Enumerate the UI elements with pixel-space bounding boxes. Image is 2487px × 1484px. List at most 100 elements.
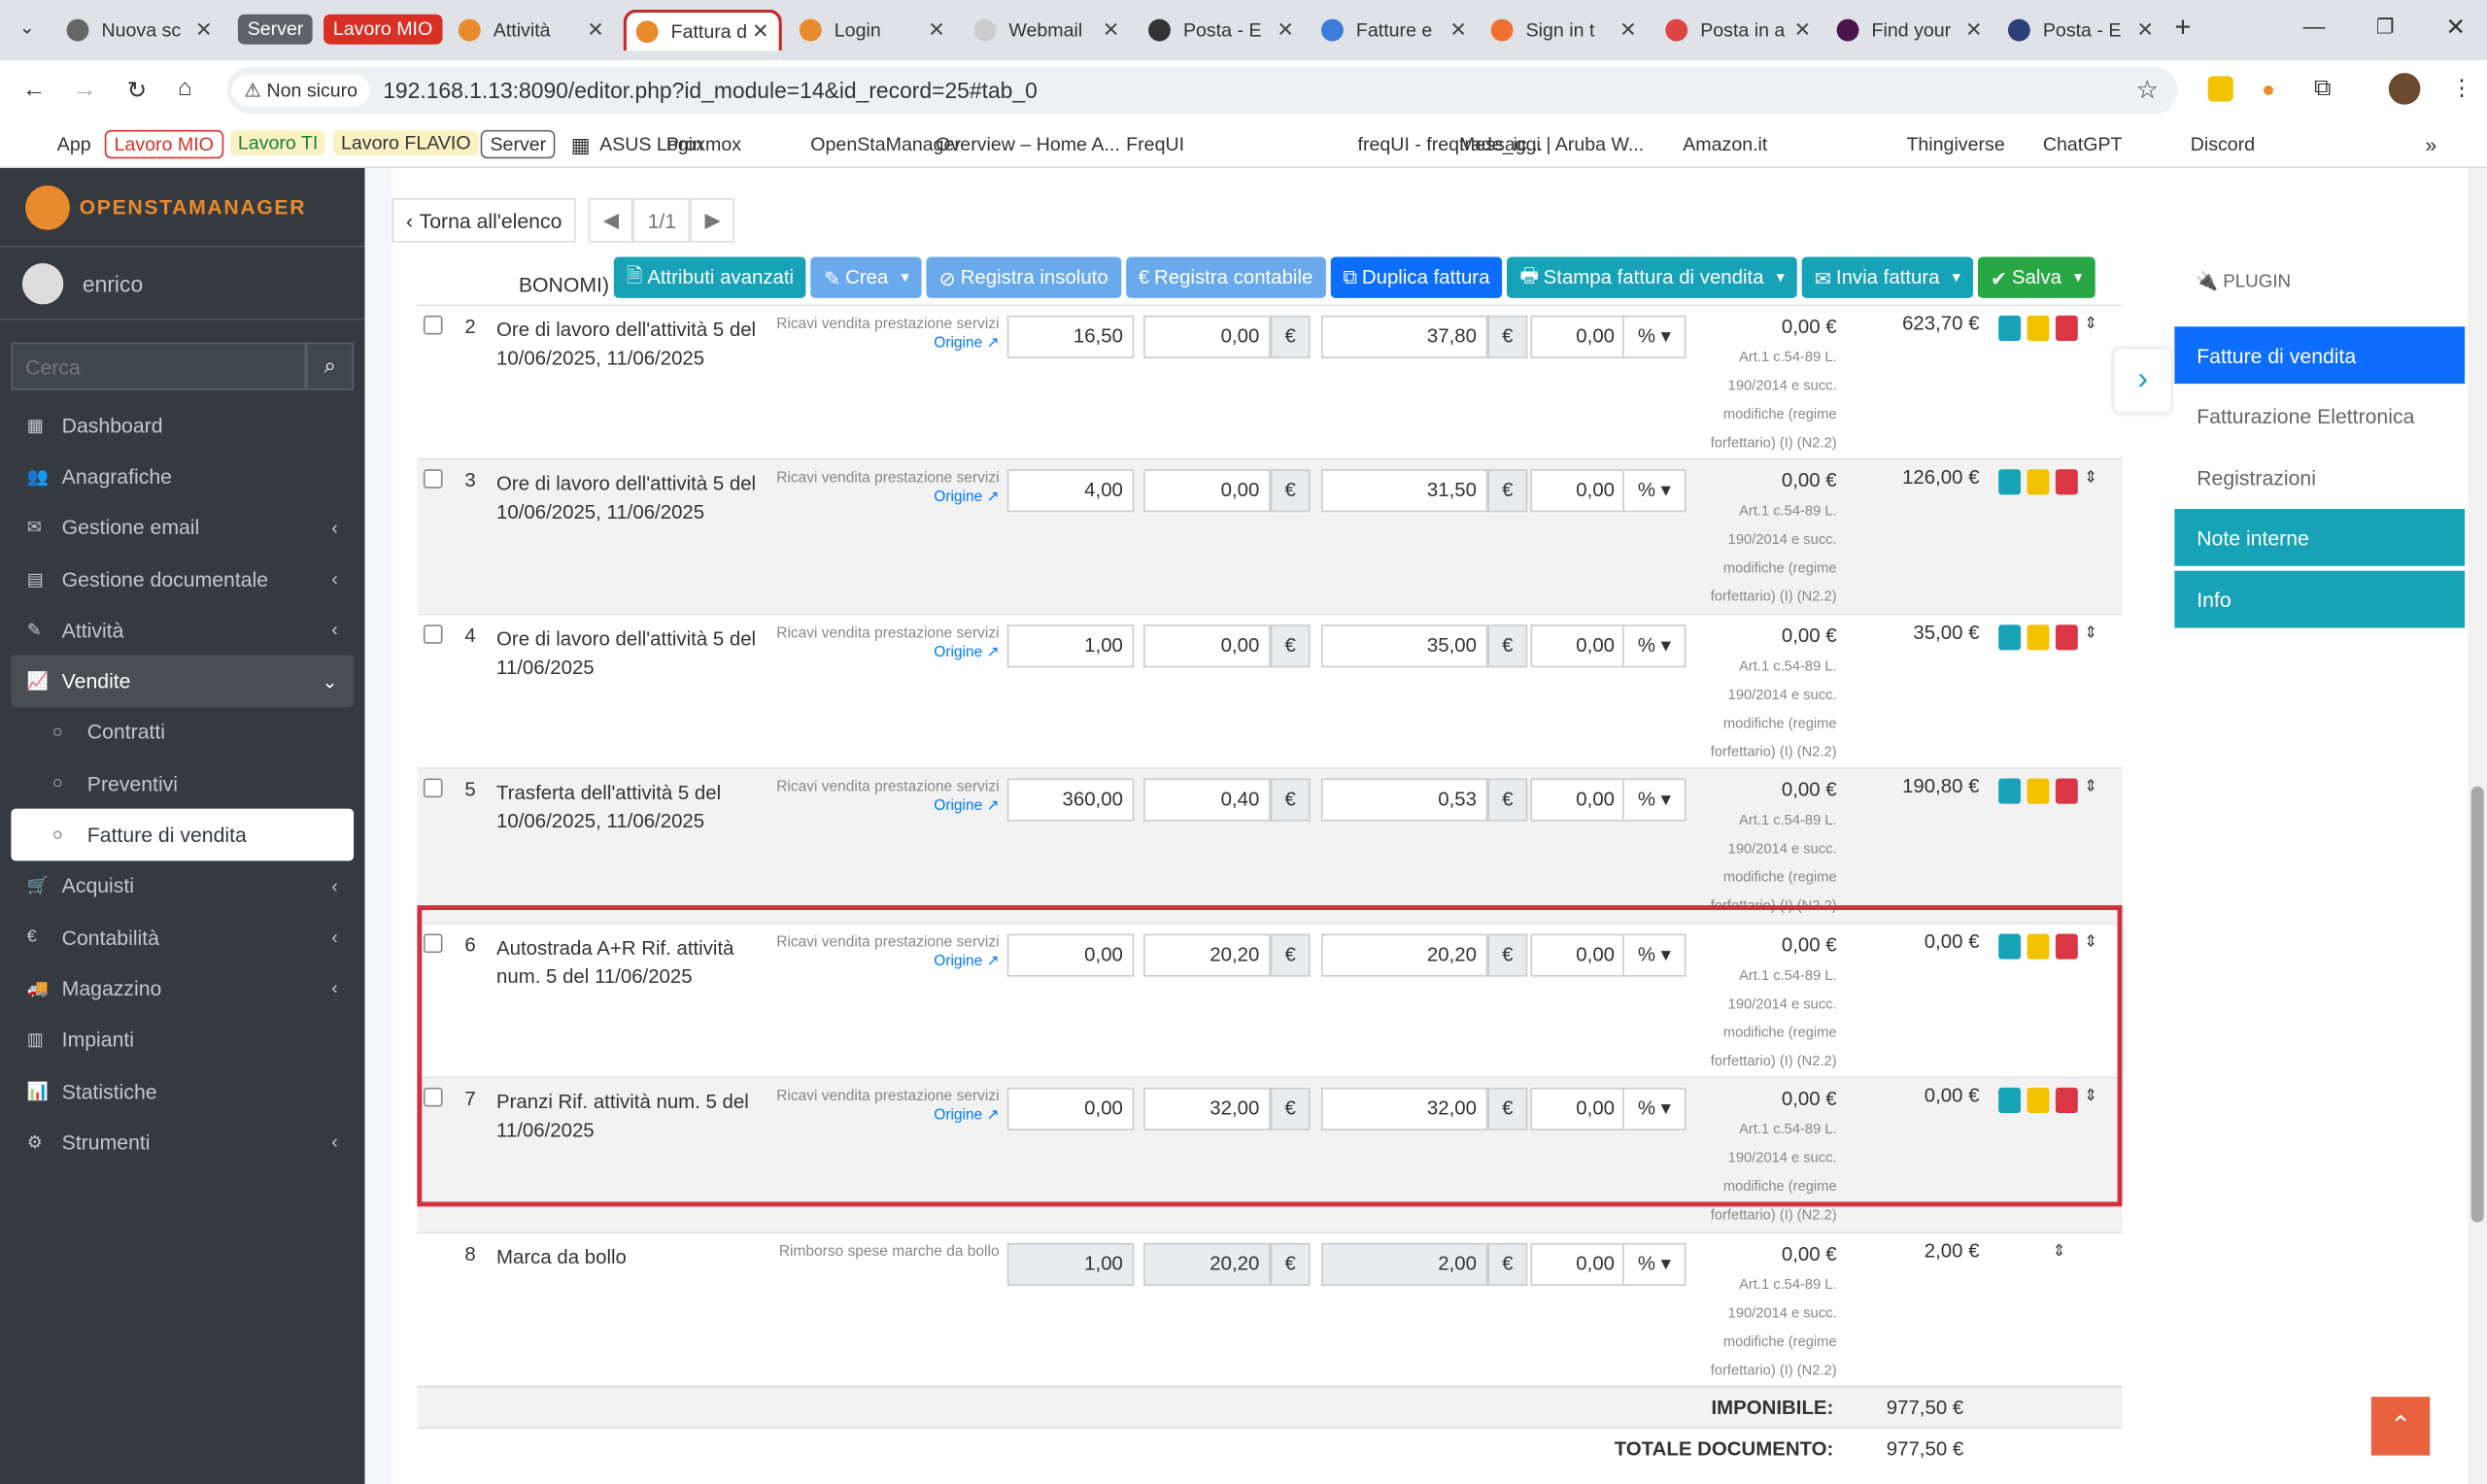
sort-handle-icon[interactable]: ⇕ <box>2084 934 2097 960</box>
info-icon[interactable] <box>1998 469 2021 495</box>
sidebar-item[interactable]: ○ Fatture di vendita <box>11 809 355 860</box>
expand-panel-button[interactable]: › <box>2114 349 2172 413</box>
tab-close-icon[interactable]: ✕ <box>1449 17 1467 43</box>
discount-input[interactable]: 0,00 <box>1530 1242 1626 1286</box>
unit-cost-input[interactable]: 0,00 <box>1143 624 1271 668</box>
origin-link[interactable]: Origine ↗ <box>934 489 999 506</box>
forward-icon[interactable]: → <box>73 76 96 103</box>
sidebar-item[interactable]: 📊 Statistiche <box>11 1065 354 1117</box>
unit-cost-input[interactable]: 32,00 <box>1143 1087 1271 1130</box>
browser-tab[interactable]: Find your ✕ <box>1827 10 1993 51</box>
profile-avatar[interactable] <box>2388 73 2421 105</box>
edit-icon[interactable] <box>2027 469 2050 495</box>
page-scrollbar[interactable] <box>2468 168 2487 1484</box>
new-tab-icon[interactable]: + <box>2174 11 2191 44</box>
sort-handle-icon[interactable]: ⇕ <box>2053 1243 2066 1268</box>
unit-price-input[interactable]: 32,00 <box>1320 1087 1488 1130</box>
tab-close-icon[interactable]: ✕ <box>1103 17 1120 43</box>
discount-input[interactable]: 0,00 <box>1530 1087 1626 1130</box>
sort-handle-icon[interactable]: ⇕ <box>2084 316 2097 341</box>
tab-close-icon[interactable]: ✕ <box>1965 17 1983 43</box>
prev-record-button[interactable]: ◀ <box>589 198 633 243</box>
sidebar-item[interactable]: ▤ Gestione documentale ‹ <box>11 554 354 605</box>
tab-close-icon[interactable]: ✕ <box>1794 17 1812 43</box>
sidebar-item[interactable]: 🛒 Acquisti ‹ <box>11 860 354 912</box>
tab-close-icon[interactable]: ✕ <box>195 17 213 43</box>
sidebar-item[interactable]: ○ Preventivi <box>11 758 354 809</box>
delete-icon[interactable] <box>2055 1087 2078 1114</box>
brand-logo[interactable]: OPENSTAMANAGER <box>0 168 365 248</box>
bookmark-item[interactable]: Amazon.it <box>1683 133 1767 155</box>
url-field[interactable]: ⚠ Non sicuro 192.168.1.13:8090/editor.ph… <box>226 66 2178 115</box>
tab-search-icon[interactable]: ⌄ <box>19 16 35 38</box>
browser-tab[interactable]: Sign in t ✕ <box>1482 10 1647 51</box>
bookmark-item[interactable]: Server <box>480 129 556 159</box>
bookmark-item[interactable]: Proxmox <box>666 133 741 155</box>
extensions-icon[interactable]: ⧉ <box>2314 75 2332 102</box>
bookmark-item[interactable]: FreqUI <box>1126 133 1184 155</box>
browser-tab[interactable]: Attività ✕ <box>449 10 614 51</box>
row-checkbox[interactable] <box>423 778 443 798</box>
registra-contabile-button[interactable]: € Registra contabile <box>1125 256 1326 298</box>
unit-cost-input[interactable]: 20,20 <box>1143 933 1271 977</box>
tab-close-icon[interactable]: ✕ <box>1619 17 1637 43</box>
minimize-icon[interactable]: — <box>2303 13 2326 38</box>
unit-cost-input[interactable]: 0,40 <box>1143 778 1271 822</box>
origin-link[interactable]: Origine ↗ <box>934 953 999 970</box>
back-to-list-button[interactable]: ‹ Torna all'elenco <box>392 198 577 243</box>
origin-link[interactable]: Origine ↗ <box>934 644 999 661</box>
discount-type-select[interactable]: % ▾ <box>1622 315 1686 358</box>
restore-icon[interactable]: ❐ <box>2376 15 2395 40</box>
browser-tab[interactable]: Fattura d ✕ <box>623 9 782 51</box>
extension-icon[interactable] <box>2207 76 2233 102</box>
unit-cost-input[interactable]: 0,00 <box>1143 469 1271 513</box>
invia-fattura-button[interactable]: ✉ Invia fattura ▾ <box>1801 256 1973 298</box>
bookmark-item[interactable]: Overview – Home A... <box>936 133 1119 155</box>
sidebar-item[interactable]: ▦ Dashboard <box>11 399 354 451</box>
qty-input[interactable]: 0,00 <box>1006 1087 1135 1130</box>
info-icon[interactable] <box>1998 778 2021 804</box>
discount-type-select[interactable]: % ▾ <box>1622 624 1686 668</box>
browser-tab[interactable]: Posta in a ✕ <box>1655 10 1821 51</box>
tab-close-icon[interactable]: ✕ <box>752 19 769 45</box>
discount-input[interactable]: 0,00 <box>1530 778 1626 822</box>
menu-icon[interactable]: ⋮ <box>2450 75 2472 102</box>
unit-price-input[interactable]: 0,53 <box>1320 778 1488 822</box>
plugin-item[interactable]: Fatture di vendita <box>2174 326 2466 385</box>
unit-price-input[interactable]: 31,50 <box>1320 469 1488 513</box>
tab-close-icon[interactable]: ✕ <box>587 17 604 43</box>
sidebar-item[interactable]: ✎ Attività ‹ <box>11 604 354 656</box>
qty-input[interactable]: 1,00 <box>1006 624 1135 668</box>
qty-input[interactable]: 360,00 <box>1006 778 1135 822</box>
row-checkbox[interactable] <box>423 624 443 644</box>
plugin-item[interactable]: Info <box>2174 570 2466 628</box>
discount-type-select[interactable]: % ▾ <box>1622 469 1686 513</box>
caret-down-icon[interactable]: ▾ <box>1953 269 1960 287</box>
info-icon[interactable] <box>1998 315 2021 341</box>
info-icon[interactable] <box>1998 933 2021 960</box>
bookmark-item[interactable]: App <box>57 133 91 155</box>
bookmark-item[interactable]: Lavoro FLAVIO <box>332 129 479 155</box>
row-checkbox[interactable] <box>423 315 443 335</box>
unit-price-input[interactable]: 37,80 <box>1320 315 1488 358</box>
sort-handle-icon[interactable]: ⇕ <box>2084 1088 2097 1113</box>
plugin-item[interactable]: Note interne <box>2174 509 2466 566</box>
caret-down-icon[interactable]: ▾ <box>901 269 908 287</box>
discount-type-select[interactable]: % ▾ <box>1622 933 1686 977</box>
discount-input[interactable]: 0,00 <box>1530 315 1626 358</box>
origin-link[interactable]: Origine ↗ <box>934 334 999 352</box>
bookmark-item[interactable]: Lavoro TI <box>229 129 326 155</box>
scroll-to-top-button[interactable]: ⌃ <box>2370 1397 2431 1456</box>
qty-input[interactable]: 4,00 <box>1006 469 1135 513</box>
extension-2-icon[interactable]: ● <box>2262 76 2275 101</box>
browser-tab[interactable]: Posta - E ✕ <box>1139 10 1304 51</box>
home-icon[interactable]: ⌂ <box>178 75 192 102</box>
search-icon[interactable]: ⌕ <box>306 342 355 390</box>
edit-icon[interactable] <box>2027 933 2050 960</box>
bookmark-item[interactable]: Lavoro MIO <box>104 129 223 159</box>
delete-icon[interactable] <box>2055 315 2078 341</box>
stampa-fattura-button[interactable]: 🖶 Stampa fattura di vendita ▾ <box>1507 256 1797 298</box>
sidebar-item[interactable]: 👥 Anagrafiche <box>11 451 354 502</box>
sidebar-item[interactable]: ✉ Gestione email ‹ <box>11 502 354 554</box>
sidebar-item[interactable]: 🚚 Magazzino ‹ <box>11 962 354 1014</box>
